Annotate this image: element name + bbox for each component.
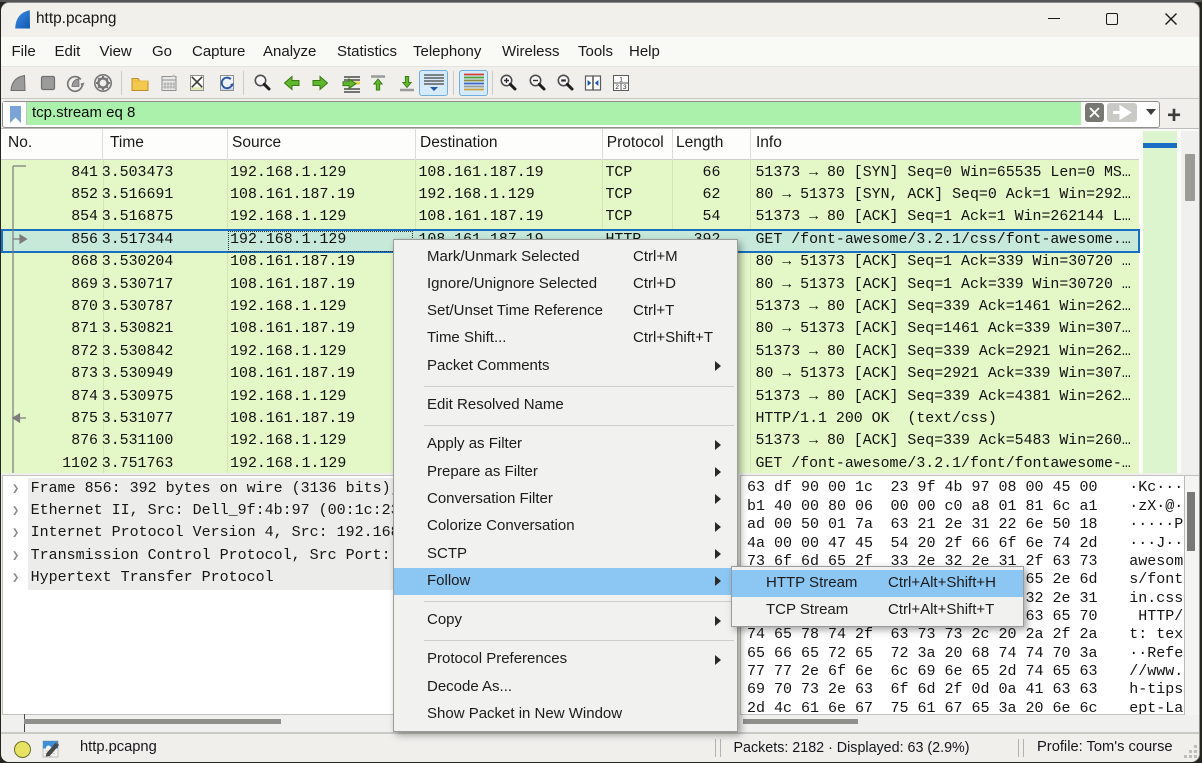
svg-text:3: 3 [623, 84, 627, 91]
svg-text:2: 2 [616, 84, 620, 91]
svg-text:1: 1 [619, 76, 623, 83]
